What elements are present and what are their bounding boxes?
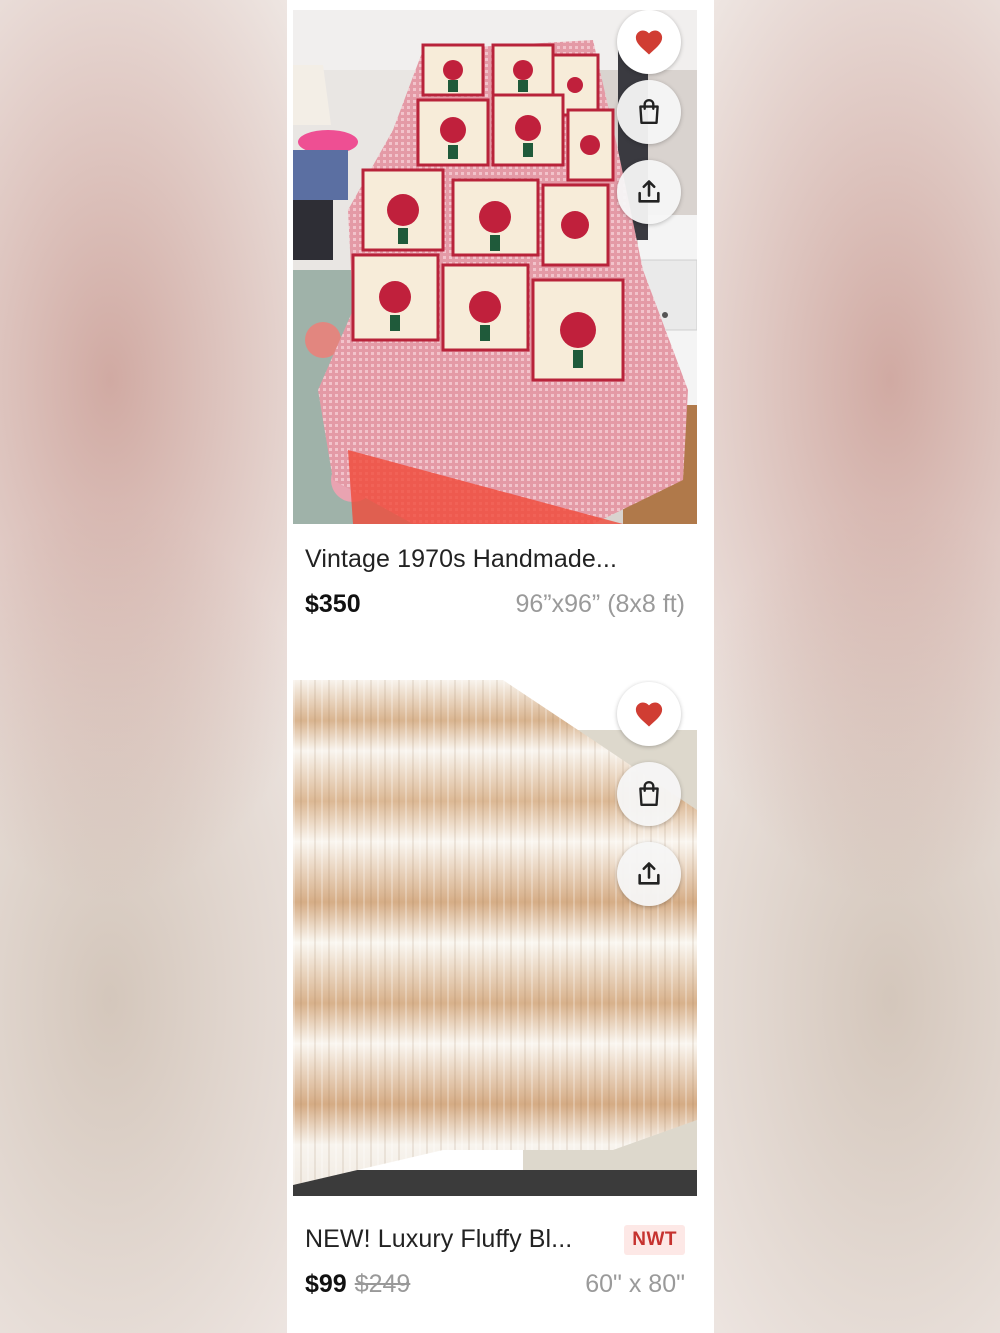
share-icon (638, 180, 660, 203)
condition-badge: NWT (624, 1225, 685, 1255)
listing-card[interactable]: NEW! Luxury Fluffy Bl... NWT $99 $249 60"… (293, 680, 697, 1298)
add-to-bag-button[interactable] (617, 80, 681, 144)
add-to-bag-button[interactable] (617, 762, 681, 826)
listing-card[interactable]: Vintage 1970s Handmade... $350 96”x96” (… (293, 10, 697, 618)
listing-photo[interactable] (293, 10, 697, 524)
heart-icon (635, 702, 663, 727)
listing-photo[interactable] (293, 680, 697, 1196)
listing-price: $99 (305, 1270, 347, 1298)
listing-price: $350 (305, 590, 361, 618)
listing-price-row: $99 $249 60" x 80" (305, 1270, 685, 1304)
listing-title-row: NEW! Luxury Fluffy Bl... NWT (305, 1225, 685, 1257)
listing-price-row: $350 96”x96” (8x8 ft) (305, 590, 685, 624)
listing-title-row: Vintage 1970s Handmade... (305, 545, 685, 577)
listing-size: 96”x96” (8x8 ft) (515, 590, 685, 618)
listing-size: 60" x 80" (585, 1270, 685, 1298)
share-icon (638, 862, 660, 885)
heart-icon (635, 30, 663, 55)
listing-title[interactable]: NEW! Luxury Fluffy Bl... (305, 1225, 572, 1253)
share-button[interactable] (617, 842, 681, 906)
like-button[interactable] (617, 10, 681, 74)
listing-title[interactable]: Vintage 1970s Handmade... (305, 545, 617, 573)
like-button[interactable] (617, 682, 681, 746)
listing-feed[interactable]: Vintage 1970s Handmade... $350 96”x96” (… (287, 0, 714, 1333)
shopping-bag-icon (639, 780, 659, 806)
fur-blanket-photo (293, 680, 697, 1196)
shopping-bag-icon (639, 98, 659, 124)
original-price: $249 (354, 1270, 411, 1298)
share-button[interactable] (617, 160, 681, 224)
